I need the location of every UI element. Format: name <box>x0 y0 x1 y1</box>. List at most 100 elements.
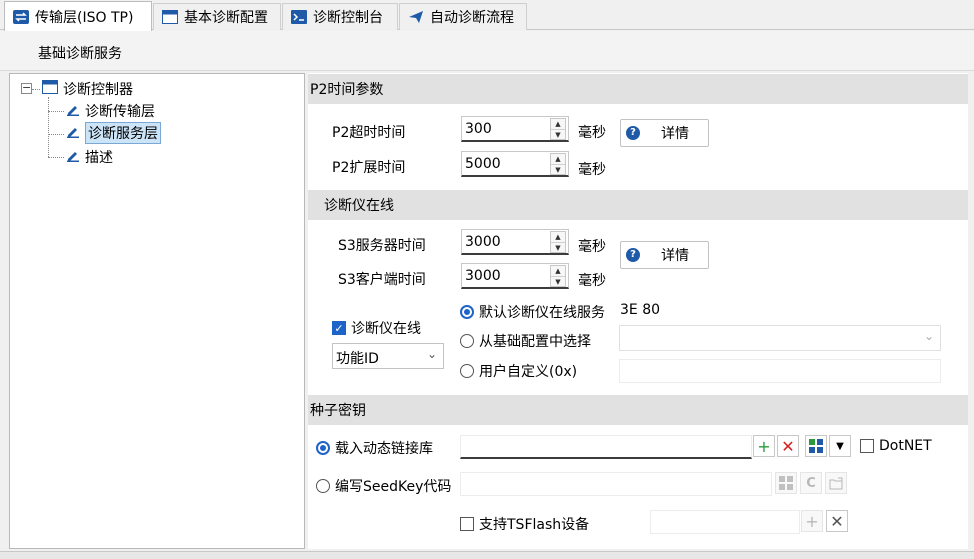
spin-down-icon[interactable]: ▼ <box>551 164 565 174</box>
dropdown-arrow-icon[interactable]: ▼ <box>829 435 851 457</box>
seedkey-code-input[interactable] <box>460 472 772 496</box>
tab-basic-config[interactable]: 基本诊断配置 <box>153 3 281 30</box>
chevron-down-icon: ⌄ <box>426 347 437 361</box>
help-icon: ? <box>626 126 640 140</box>
tree-item-label: 诊断控制器 <box>63 82 133 98</box>
s3-client-spinbox[interactable]: 3000 ▲ ▼ <box>461 263 569 289</box>
radio-label: 编写SeedKey代码 <box>335 479 452 495</box>
p2-details-button[interactable]: ? 详情 <box>620 119 709 147</box>
tree-item-description[interactable]: 描述 <box>66 147 113 167</box>
section-header-p2: P2时间参数 <box>308 74 968 104</box>
spin-up-icon[interactable]: ▲ <box>551 154 565 164</box>
window-icon <box>42 80 58 98</box>
p2-ext-spinbox[interactable]: 5000 ▲ ▼ <box>461 151 569 177</box>
swap-arrows-icon <box>13 9 29 24</box>
custom-service-input[interactable] <box>619 359 941 383</box>
help-icon: ? <box>626 248 640 262</box>
radio-label: 用户自定义(0x) <box>479 364 578 380</box>
open-folder-icon[interactable] <box>825 472 847 494</box>
unit-label: 毫秒 <box>578 239 606 255</box>
tab-auto-flow[interactable]: 自动诊断流程 <box>399 3 527 30</box>
s3-server-spinbox[interactable]: 3000 ▲ ▼ <box>461 229 569 255</box>
tsflash-checkbox[interactable]: 支持TSFlash设备 <box>460 514 589 534</box>
radio-custom[interactable]: 用户自定义(0x) <box>460 361 577 381</box>
spin-buttons[interactable]: ▲ ▼ <box>550 231 566 253</box>
main-panel: P2时间参数 P2超时时间 300 ▲ ▼ 毫秒 ? 详情 P2扩展时间 5000… <box>308 73 968 549</box>
p2-timeout-spinbox[interactable]: 300 ▲ ▼ <box>461 116 569 142</box>
select-value: 功能ID <box>336 351 379 367</box>
radio-label: 从基础配置中选择 <box>479 334 591 350</box>
spin-up-icon[interactable]: ▲ <box>551 266 565 276</box>
tree-item-label: 诊断传输层 <box>85 104 155 120</box>
tsflash-input[interactable] <box>650 510 800 534</box>
send-icon <box>408 10 424 24</box>
checkbox-label: 支持TSFlash设备 <box>479 517 590 533</box>
section-title: P2时间参数 <box>310 82 384 98</box>
pencil-icon <box>66 124 80 142</box>
tree-item-controller[interactable]: 诊断控制器 <box>42 79 133 99</box>
window-icon <box>162 10 178 24</box>
spin-up-icon[interactable]: ▲ <box>551 119 565 129</box>
spin-buttons[interactable]: ▲ ▼ <box>550 118 566 140</box>
tab-label: 自动诊断流程 <box>430 10 514 26</box>
add-icon[interactable]: + <box>753 435 775 457</box>
spin-buttons[interactable]: ▲ ▼ <box>550 153 566 175</box>
s3-client-label: S3客户端时间 <box>338 272 426 288</box>
config-tree: − 诊断控制器 诊断传输层 诊断服务层 描述 <box>9 73 305 549</box>
config-service-select[interactable]: ⌄ <box>619 325 941 351</box>
tab-transport-layer[interactable]: 传输层(ISO TP) <box>4 1 152 31</box>
tab-label: 诊断控制台 <box>313 10 383 26</box>
tab-label: 基本诊断配置 <box>184 10 268 26</box>
id-type-select[interactable]: 功能ID ⌄ <box>332 343 444 369</box>
tree-item-service[interactable]: 诊断服务层 <box>66 122 161 144</box>
delete-icon[interactable]: ✕ <box>826 510 848 532</box>
spin-buttons[interactable]: ▲ ▼ <box>550 265 566 287</box>
radio-label: 默认诊断仪在线服务 <box>479 305 605 321</box>
delete-icon[interactable]: ✕ <box>777 435 799 457</box>
radio-from-config[interactable]: 从基础配置中选择 <box>460 331 591 351</box>
spin-up-icon[interactable]: ▲ <box>551 232 565 242</box>
collapse-icon[interactable]: − <box>21 82 32 94</box>
checkbox-icon <box>860 439 874 453</box>
s3-server-label: S3服务器时间 <box>338 238 426 254</box>
tree-item-label: 描述 <box>85 150 113 166</box>
spin-down-icon[interactable]: ▼ <box>551 129 565 139</box>
spin-value: 5000 <box>465 156 501 172</box>
grid-icon[interactable] <box>775 472 797 494</box>
sub-header-title: 基础诊断服务 <box>38 46 122 62</box>
section-title: 诊断仪在线 <box>324 198 394 214</box>
spin-down-icon[interactable]: ▼ <box>551 242 565 252</box>
unit-label: 毫秒 <box>578 162 606 178</box>
code-icon[interactable]: C <box>800 472 822 494</box>
tree-item-transport[interactable]: 诊断传输层 <box>66 101 155 121</box>
radio-write-seedkey[interactable]: 编写SeedKey代码 <box>316 476 451 496</box>
grid-icon[interactable] <box>805 435 827 457</box>
section-header-seed: 种子密钥 <box>308 395 968 425</box>
tab-diag-console[interactable]: 诊断控制台 <box>282 3 398 30</box>
section-header-tester: 诊断仪在线 <box>308 190 968 220</box>
section-title: 种子密钥 <box>310 403 366 419</box>
radio-load-dll[interactable]: 载入动态链接库 <box>316 438 433 458</box>
dll-path-input[interactable] <box>460 435 752 459</box>
spin-down-icon[interactable]: ▼ <box>551 276 565 286</box>
default-service-value: 3E 80 <box>620 302 661 318</box>
tree-item-label: 诊断服务层 <box>85 122 161 144</box>
spin-value: 3000 <box>465 234 501 250</box>
tab-bar: 传输层(ISO TP) 基本诊断配置 诊断控制台 自动诊断流程 <box>0 0 974 31</box>
radio-icon <box>460 364 474 378</box>
sub-header: 基础诊断服务 <box>0 31 974 71</box>
spin-value: 3000 <box>465 268 501 284</box>
dotnet-checkbox[interactable]: DotNET <box>860 438 932 454</box>
radio-selected-icon <box>460 305 474 319</box>
add-icon[interactable]: + <box>801 510 823 532</box>
radio-icon <box>460 334 474 348</box>
button-label: 详情 <box>661 248 689 264</box>
checkbox-label: 诊断仪在线 <box>351 321 421 337</box>
tester-details-button[interactable]: ? 详情 <box>620 241 709 269</box>
p2-timeout-label: P2超时时间 <box>332 125 406 141</box>
button-label: 详情 <box>661 126 689 142</box>
unit-label: 毫秒 <box>578 273 606 289</box>
tester-online-checkbox[interactable]: ✓ 诊断仪在线 <box>332 318 421 338</box>
pencil-icon <box>66 102 80 120</box>
radio-default-service[interactable]: 默认诊断仪在线服务 <box>460 302 605 322</box>
